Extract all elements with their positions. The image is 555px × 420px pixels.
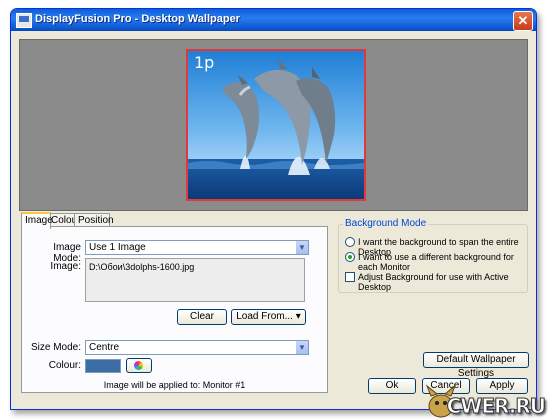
image-path-list[interactable]: D:\Обои\3dolphs-1600.jpg — [85, 258, 305, 302]
image-tab-panel: Image Mode: Use 1 Image ▼ Image: D:\Обои… — [21, 226, 328, 393]
option-each-label[interactable]: I want to use a different background for… — [358, 252, 527, 272]
window-title: DisplayFusion Pro - Desktop Wallpaper — [35, 13, 240, 25]
default-wallpaper-settings-button[interactable]: Default Wallpaper Settings — [423, 352, 529, 379]
adjust-active-desktop-label[interactable]: Adjust Background for use with Active De… — [358, 272, 527, 292]
dropdown-arrow-icon: ▾ — [295, 311, 301, 322]
tab-image[interactable]: Image — [21, 212, 53, 229]
load-from-label: Load From... — [236, 311, 293, 322]
cwer-watermark: CWER.RU — [421, 384, 551, 420]
monitor-1-preview[interactable]: 1p — [186, 49, 366, 201]
chevron-down-icon: ▼ — [295, 241, 308, 254]
desktop-wallpaper-window: DisplayFusion Pro - Desktop Wallpaper ✕ — [10, 8, 537, 410]
adjust-active-desktop-checkbox[interactable] — [345, 272, 355, 282]
monitor-label: 1p — [194, 53, 215, 72]
monitor-preview-area: 1p — [19, 39, 528, 211]
image-path: D:\Обои\3dolphs-1600.jpg — [89, 262, 195, 272]
colour-swatch[interactable] — [85, 359, 121, 373]
image-mode-select[interactable]: Use 1 Image ▼ — [85, 240, 309, 255]
colour-label: Colour: — [48, 360, 81, 371]
color-wheel-icon — [134, 361, 143, 370]
watermark-text: CWER.RU — [446, 394, 546, 419]
clear-button[interactable]: Clear — [177, 309, 227, 325]
size-mode-value: Centre — [89, 342, 120, 353]
size-mode-select[interactable]: Centre ▼ — [85, 340, 309, 355]
close-button[interactable]: ✕ — [513, 11, 533, 31]
wallpaper-thumbnail — [188, 51, 364, 199]
radio-span-desktop[interactable] — [345, 237, 355, 247]
image-mode-value: Use 1 Image — [89, 242, 146, 253]
colour-picker-button[interactable] — [126, 358, 152, 373]
title-bar[interactable]: DisplayFusion Pro - Desktop Wallpaper ✕ — [11, 9, 536, 31]
image-label: Image: — [50, 261, 81, 272]
background-mode-group: Background Mode I want the background to… — [338, 218, 528, 293]
load-from-button[interactable]: Load From... ▾ — [231, 309, 306, 325]
chevron-down-icon: ▼ — [295, 341, 308, 354]
background-mode-title: Background Mode — [343, 218, 429, 229]
radio-each-monitor[interactable] — [345, 252, 355, 262]
tab-position[interactable]: Position — [74, 213, 114, 227]
size-mode-label: Size Mode: — [30, 342, 81, 353]
app-icon — [16, 13, 32, 28]
ok-button[interactable]: Ok — [368, 378, 416, 394]
applied-to-text: Image will be applied to: Monitor #1 — [103, 380, 246, 390]
